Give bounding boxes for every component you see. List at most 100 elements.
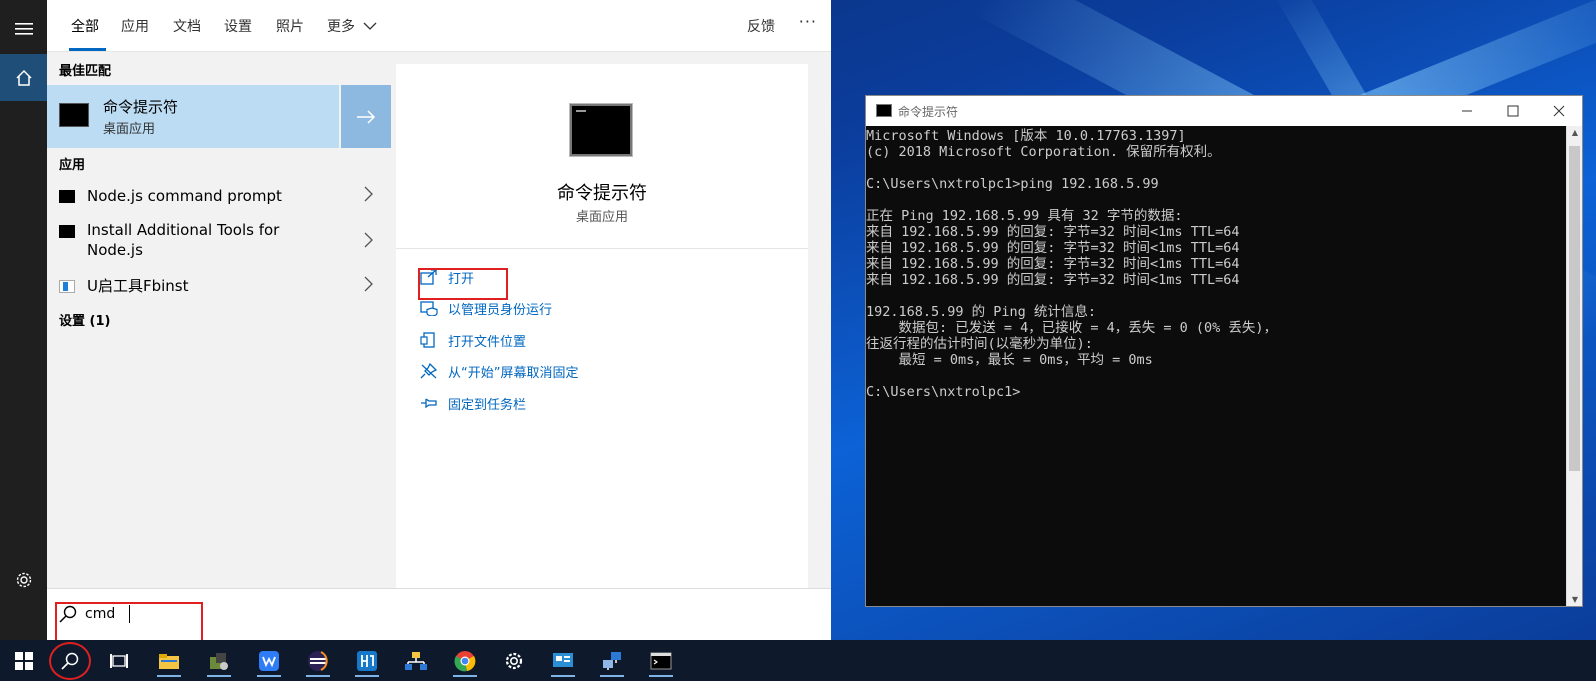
action-label: 打开文件位置 — [448, 334, 527, 350]
console-output[interactable]: Microsoft Windows [版本 10.0.17763.1397] (c… — [866, 126, 1566, 606]
action-label: 以管理员身份运行 — [448, 302, 553, 318]
hamburger-menu-icon[interactable] — [0, 5, 47, 52]
cmd-app-icon — [59, 103, 89, 127]
chevron-down-icon — [363, 22, 377, 30]
tab-more-label: 更多 — [327, 19, 355, 35]
app-item-fbinst[interactable]: U启工具Fbinst — [47, 272, 391, 302]
start-left-rail — [0, 0, 47, 640]
action-open-file-location[interactable]: 打开文件位置 — [418, 329, 526, 351]
action-label: 打开 — [448, 271, 475, 287]
console-line: 往返行程的估计时间(以毫秒为单位): — [866, 336, 1093, 352]
console-line: 192.168.5.99 的 Ping 统计信息: — [866, 304, 1097, 320]
network-icon[interactable] — [398, 644, 434, 677]
start-icon[interactable] — [6, 644, 42, 677]
search-input[interactable] — [85, 606, 285, 622]
app-item-install-tools[interactable]: Install Additional Tools for Node.js — [47, 218, 391, 264]
detail-title: 命令提示符 — [557, 183, 647, 204]
best-match-item[interactable] — [47, 85, 339, 148]
eclipse-icon[interactable] — [300, 644, 336, 677]
more-options-icon[interactable]: ··· — [799, 12, 817, 31]
unpin-icon — [418, 362, 440, 380]
chevron-right-icon — [364, 232, 373, 252]
minimize-button[interactable] — [1444, 96, 1490, 126]
action-label: 从“开始”屏幕取消固定 — [448, 365, 579, 381]
best-match-expand-button[interactable] — [341, 85, 391, 148]
running-indicator — [600, 675, 624, 677]
settings-icon[interactable] — [496, 644, 532, 677]
app-item-nodejs-prompt[interactable]: Node.js command prompt — [47, 182, 391, 212]
settings-header[interactable]: 设置 (1) — [59, 310, 110, 329]
tab-apps[interactable]: 应用 — [121, 16, 149, 36]
arrow-right-icon — [357, 109, 376, 124]
shield-icon — [418, 299, 440, 317]
fbinst-app-icon — [59, 280, 75, 293]
best-match-subtitle: 桌面应用 — [103, 122, 156, 137]
home-icon[interactable] — [0, 54, 47, 101]
console-line: (c) 2018 Microsoft Corporation. 保留所有权利。 — [866, 144, 1221, 160]
minimize-icon — [1462, 110, 1472, 112]
tab-all[interactable]: 全部 — [71, 16, 99, 36]
file-explorer-icon[interactable] — [151, 644, 187, 677]
divider — [396, 248, 808, 249]
search-box[interactable] — [47, 588, 831, 640]
tab-documents[interactable]: 文档 — [173, 16, 201, 36]
tab-photos[interactable]: 照片 — [276, 16, 304, 36]
feedback-link[interactable]: 反馈 — [747, 16, 775, 36]
action-label: 固定到任务栏 — [448, 397, 527, 413]
action-unpin-from-start[interactable]: 从“开始”屏幕取消固定 — [418, 360, 578, 382]
tab-more[interactable]: 更多 — [327, 16, 377, 36]
scrollbar[interactable]: ▲ ▼ — [1566, 126, 1582, 606]
search-tabs: 全部 应用 文档 设置 照片 更多 反馈 ··· — [47, 0, 831, 52]
app-icon[interactable] — [201, 644, 237, 677]
cmd-app-icon — [59, 190, 75, 203]
close-button[interactable] — [1536, 96, 1582, 126]
detail-subtitle: 桌面应用 — [575, 210, 628, 225]
best-match-title: 命令提示符 — [103, 98, 179, 116]
console-line: 来自 192.168.5.99 的回复: 字节=32 时间<1ms TTL=64 — [866, 224, 1240, 240]
app-icon[interactable] — [349, 644, 385, 677]
tab-settings[interactable]: 设置 — [224, 16, 252, 36]
chrome-icon[interactable] — [447, 644, 483, 677]
cmd-titlebar[interactable]: 命令提示符 — [866, 96, 1582, 126]
apps-header: 应用 — [59, 158, 86, 173]
console-line: Microsoft Windows [版本 10.0.17763.1397] — [866, 128, 1186, 144]
file-location-icon — [418, 331, 440, 349]
search-icon[interactable] — [52, 644, 88, 677]
maximize-icon — [1507, 105, 1519, 117]
pin-icon — [418, 394, 440, 412]
search-icon — [59, 605, 77, 623]
scroll-up-icon[interactable]: ▲ — [1567, 128, 1583, 137]
maximize-button[interactable] — [1490, 96, 1536, 126]
console-line: 最短 = 0ms，最长 = 0ms，平均 = 0ms — [866, 352, 1153, 368]
network-app-icon[interactable] — [594, 644, 630, 677]
window-title: 命令提示符 — [898, 105, 959, 119]
wps-icon[interactable] — [251, 644, 287, 677]
text-cursor — [129, 605, 130, 623]
settings-gear-icon[interactable] — [0, 556, 47, 603]
console-line: 来自 192.168.5.99 的回复: 字节=32 时间<1ms TTL=64 — [866, 272, 1240, 288]
app-item-label: U启工具Fbinst — [87, 277, 189, 295]
cmd-icon[interactable] — [643, 644, 679, 677]
console-line: C:\Users\nxtrolpc1>ping 192.168.5.99 — [866, 176, 1159, 192]
taskbar — [0, 640, 1596, 681]
running-indicator — [207, 675, 231, 677]
action-pin-to-taskbar[interactable]: 固定到任务栏 — [418, 392, 526, 414]
task-view-icon[interactable] — [101, 644, 137, 677]
scroll-down-icon[interactable]: ▼ — [1567, 595, 1583, 604]
app-icon[interactable] — [545, 644, 581, 677]
running-indicator — [551, 675, 575, 677]
chevron-right-icon — [364, 186, 373, 206]
running-indicator — [355, 675, 379, 677]
close-icon — [1553, 105, 1565, 117]
action-open[interactable]: 打开 — [418, 266, 474, 288]
app-item-label: Install Additional Tools for Node.js — [87, 221, 280, 259]
results-list: 最佳匹配 命令提示符 桌面应用 应用 Node.js command promp… — [47, 52, 391, 588]
action-run-as-admin[interactable]: 以管理员身份运行 — [418, 297, 552, 319]
console-line: 来自 192.168.5.99 的回复: 字节=32 时间<1ms TTL=64 — [866, 240, 1240, 256]
running-indicator — [157, 675, 181, 677]
cmd-app-icon — [59, 225, 75, 238]
scrollbar-thumb[interactable] — [1569, 146, 1580, 471]
running-indicator — [306, 675, 330, 677]
